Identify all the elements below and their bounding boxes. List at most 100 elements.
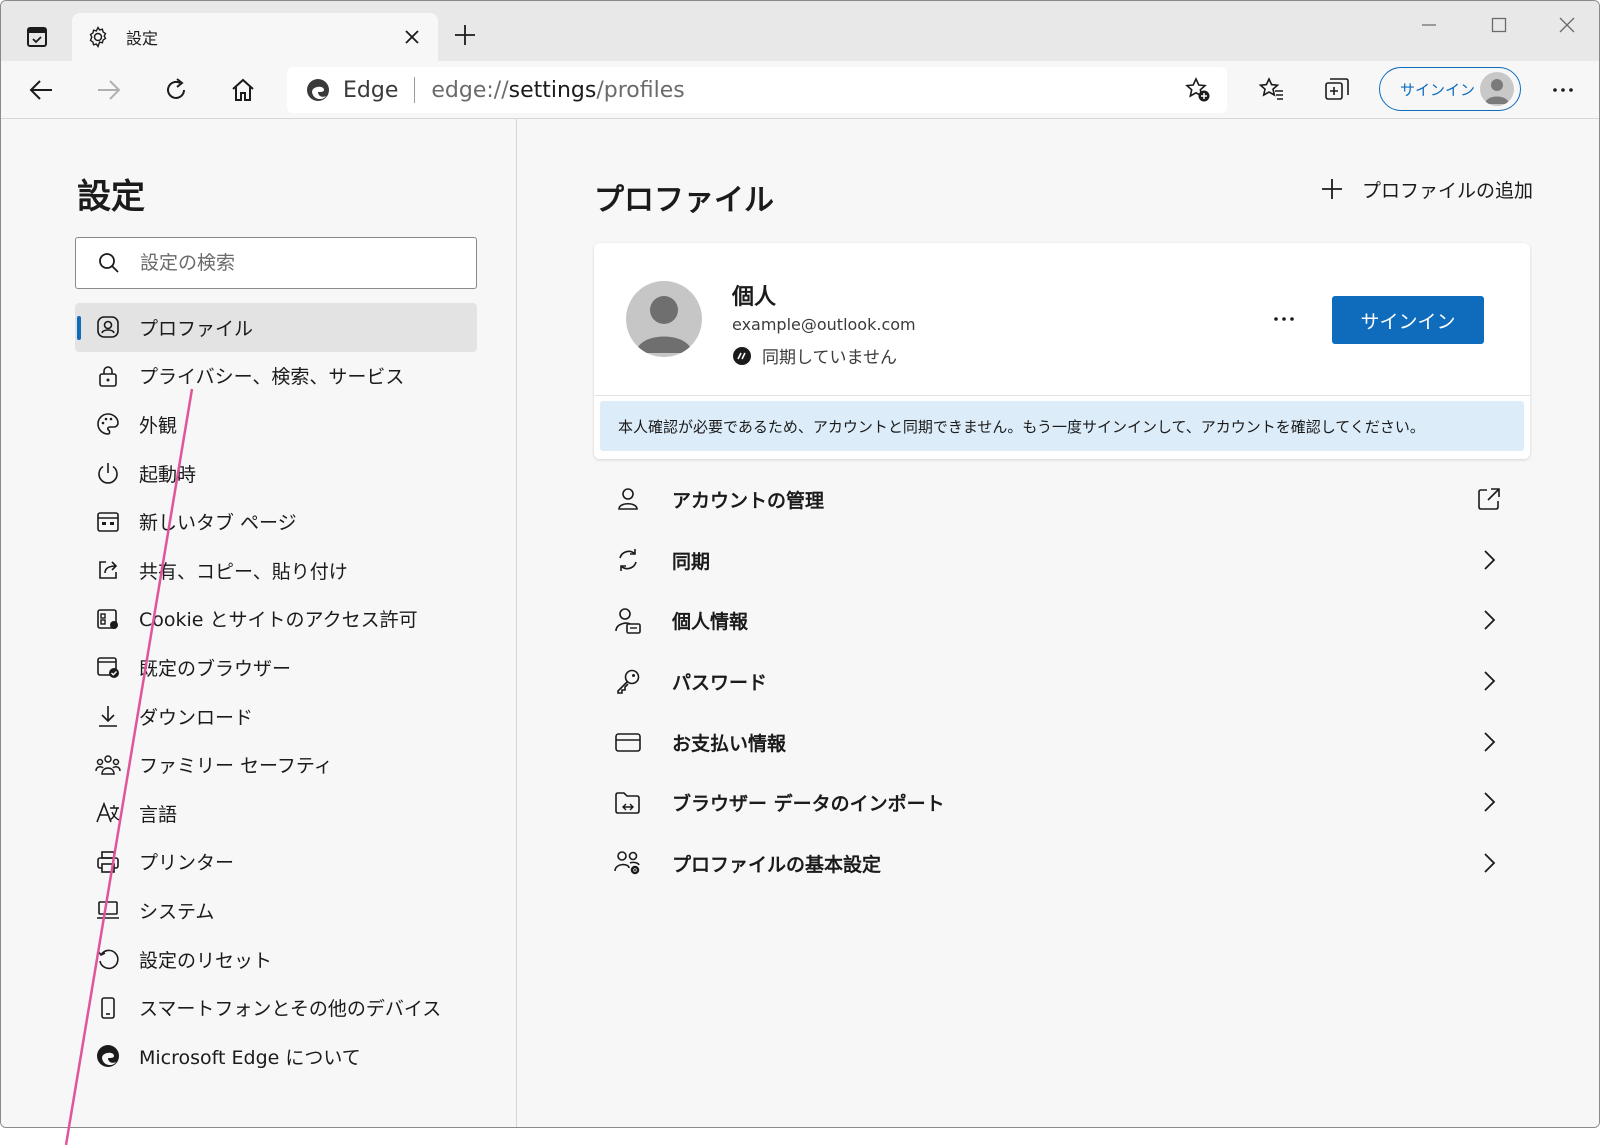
favorites-icon (1258, 77, 1283, 100)
account-icon (614, 485, 642, 513)
favorites-button[interactable] (1252, 70, 1292, 110)
home-button[interactable] (223, 70, 263, 110)
sidebar-item-appearance[interactable]: 外観 (75, 400, 477, 449)
title-bar: 設定 (1, 1, 1599, 61)
setting-passwords[interactable]: パスワード (594, 651, 1514, 712)
setting-sync[interactable]: 同期 (594, 530, 1514, 591)
sidebar-item-devices[interactable]: スマートフォンとその他のデバイス (75, 983, 477, 1032)
sidebar-item-printers[interactable]: プリンター (75, 838, 477, 887)
sidebar-item-label: プリンター (139, 852, 235, 875)
back-button[interactable] (21, 70, 61, 110)
signin-button[interactable]: サインイン (1332, 296, 1484, 344)
tab-title: 設定 (126, 29, 159, 48)
sidebar-item-privacy[interactable]: プライバシー、検索、サービス (75, 352, 477, 401)
tab-close-button[interactable] (400, 25, 424, 49)
profile-signin-label: サインイン (1400, 80, 1476, 99)
refresh-button[interactable] (156, 70, 196, 110)
tab-actions-icon (27, 27, 47, 47)
setting-payment-info[interactable]: お支払い情報 (594, 712, 1514, 773)
address-url: edge://settings/profiles (431, 78, 684, 103)
setting-label: パスワード (672, 671, 768, 694)
search-icon (99, 253, 119, 273)
chevron-right-icon (1476, 668, 1502, 694)
sidebar-item-downloads[interactable]: ダウンロード (75, 692, 477, 741)
profile-signin-button[interactable]: サインイン (1379, 67, 1521, 111)
minimize-button[interactable] (1405, 9, 1453, 41)
address-bar[interactable]: Edge edge://settings/profiles (287, 67, 1227, 113)
sidebar-item-label: 共有、コピー、貼り付け (139, 560, 348, 583)
download-icon (95, 703, 121, 729)
sidebar-item-newtab[interactable]: 新しいタブ ページ (75, 497, 477, 546)
profile-name: 個人 (732, 285, 777, 310)
sync-status-label: 同期していません (762, 348, 897, 368)
search-input[interactable] (140, 252, 440, 274)
key-icon (614, 667, 642, 695)
more-icon (1553, 88, 1573, 92)
add-favorite-button[interactable] (1183, 75, 1213, 105)
chevron-right-icon (1476, 607, 1502, 633)
sidebar-item-label: Microsoft Edge について (139, 1046, 361, 1069)
sidebar-item-label: 外観 (139, 414, 178, 437)
sidebar-item-cookies[interactable]: Cookie とサイトのアクセス許可 (75, 595, 477, 644)
avatar (626, 281, 702, 357)
printer-icon (95, 849, 121, 875)
sidebar-item-default-browser[interactable]: 既定のブラウザー (75, 643, 477, 692)
setting-label: 同期 (672, 550, 711, 573)
window-close-button[interactable] (1543, 9, 1591, 41)
tab-settings[interactable]: 設定 (72, 13, 438, 61)
collections-icon (1325, 78, 1349, 100)
sidebar-item-label: ダウンロード (139, 706, 254, 729)
collections-button[interactable] (1317, 70, 1357, 110)
sidebar-item-family[interactable]: ファミリー セーフティ (75, 740, 477, 789)
sidebar-item-profile[interactable]: プロファイル (75, 303, 477, 352)
minimize-icon (1422, 24, 1436, 26)
share-icon (95, 557, 121, 583)
person-icon (636, 296, 692, 353)
gear-icon (89, 26, 107, 49)
sidebar-item-language[interactable]: 言語 (75, 789, 477, 838)
setting-label: プロファイルの基本設定 (672, 853, 882, 876)
card-icon (614, 728, 642, 756)
chevron-right-icon (1476, 850, 1502, 876)
sidebar-item-label: 新しいタブ ページ (139, 512, 297, 535)
palette-icon (95, 411, 121, 437)
sidebar-menu: プロファイル プライバシー、検索、サービス 外観 起動時 新しいタブ ページ 共… (75, 303, 477, 1081)
chevron-right-icon (1476, 789, 1502, 815)
new-tab-button[interactable] (449, 19, 481, 51)
setting-label: 個人情報 (672, 611, 749, 634)
add-profile-button[interactable]: プロファイルの追加 (1318, 175, 1533, 203)
family-icon (95, 752, 121, 778)
maximize-button[interactable] (1475, 9, 1523, 41)
setting-label: お支払い情報 (672, 732, 787, 755)
sync-error-notice: 本人確認が必要であるため、アカウントと同期できません。もう一度サインインして、ア… (600, 401, 1524, 451)
sidebar-item-about[interactable]: Microsoft Edge について (75, 1032, 477, 1081)
setting-manage-account[interactable]: アカウントの管理 (594, 469, 1514, 530)
more-menu-button[interactable] (1543, 70, 1583, 110)
sidebar-item-system[interactable]: システム (75, 886, 477, 935)
profile-prefs-icon (614, 849, 642, 877)
phone-icon (95, 995, 121, 1021)
chevron-right-icon (1476, 547, 1502, 573)
sidebar-item-label: 言語 (139, 803, 178, 826)
home-icon (232, 78, 254, 101)
add-profile-label: プロファイルの追加 (1362, 179, 1534, 202)
reset-icon (95, 946, 121, 972)
plus-icon (1318, 175, 1346, 203)
external-link-icon (1476, 486, 1502, 512)
profile-more-button[interactable] (1266, 305, 1302, 333)
plus-icon (455, 25, 475, 45)
sidebar-item-reset[interactable]: 設定のリセット (75, 935, 477, 984)
setting-profile-preferences[interactable]: プロファイルの基本設定 (594, 833, 1514, 894)
forward-button[interactable] (89, 70, 129, 110)
setting-label: アカウントの管理 (672, 489, 825, 512)
sidebar-item-share[interactable]: 共有、コピー、貼り付け (75, 546, 477, 595)
refresh-icon (167, 78, 185, 99)
tab-actions-button[interactable] (15, 15, 59, 59)
settings-search[interactable] (75, 237, 477, 289)
more-icon (1274, 317, 1294, 321)
sidebar-item-label: プロファイル (139, 317, 254, 340)
sidebar-item-startup[interactable]: 起動時 (75, 449, 477, 498)
setting-import-data[interactable]: ブラウザー データのインポート (594, 772, 1514, 833)
profile-icon (95, 314, 121, 340)
setting-personal-info[interactable]: 個人情報 (594, 590, 1514, 651)
